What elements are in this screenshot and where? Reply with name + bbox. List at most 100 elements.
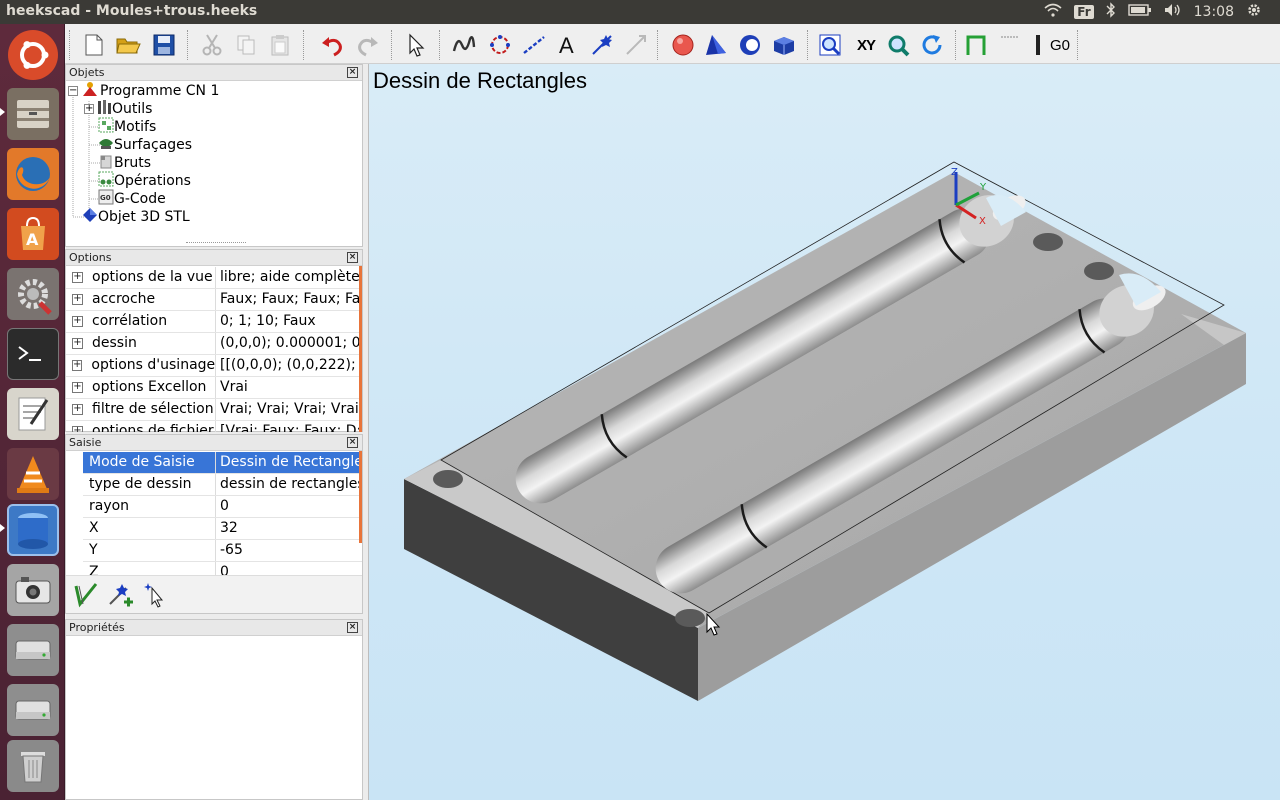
files-icon[interactable] xyxy=(7,88,59,140)
close-icon[interactable]: × xyxy=(347,622,358,633)
zoom-window-icon[interactable] xyxy=(817,32,843,58)
clock[interactable]: 13:08 xyxy=(1194,4,1234,20)
drive-icon[interactable] xyxy=(7,624,59,676)
close-icon[interactable]: × xyxy=(347,252,358,263)
tree-item-motifs[interactable]: Motifs xyxy=(98,117,156,136)
option-value[interactable]: (0,0,0); 0.000001; 0.01 xyxy=(216,333,362,354)
dimension-icon[interactable] xyxy=(589,32,615,58)
input-row[interactable]: X 32 xyxy=(83,518,362,540)
tree-item-surfacages[interactable]: Surfaçages xyxy=(98,136,192,154)
ubuntu-dash-icon[interactable] xyxy=(8,30,58,80)
sketch-lines-icon[interactable] xyxy=(451,32,477,58)
mold-model[interactable]: Z X Y xyxy=(369,64,1280,800)
options-row[interactable]: + corrélation 0; 1; 10; Faux xyxy=(66,311,362,333)
terminal-icon[interactable] xyxy=(7,328,59,380)
tree-item-stl-object[interactable]: Objet 3D STL xyxy=(82,208,190,226)
settings-icon[interactable] xyxy=(7,268,59,320)
scrollbar[interactable] xyxy=(359,451,362,543)
vlc-icon[interactable] xyxy=(7,448,59,500)
sphere-icon[interactable] xyxy=(670,32,696,58)
select-cursor-icon[interactable] xyxy=(403,32,429,58)
battery-icon[interactable] xyxy=(1127,4,1152,20)
undo-icon[interactable] xyxy=(319,32,345,58)
measure-icon[interactable] xyxy=(623,32,649,58)
input-row[interactable]: Y -65 xyxy=(83,540,362,562)
option-value[interactable]: Faux; Faux; Faux; Faux xyxy=(216,289,362,310)
new-file-icon[interactable] xyxy=(81,32,107,58)
tree-item-gcode[interactable]: G0 G-Code xyxy=(98,189,166,208)
expand-icon[interactable]: + xyxy=(72,338,83,349)
volume-icon[interactable] xyxy=(1164,3,1182,21)
input-row[interactable]: Mode de Saisie Dessin de Rectangles xyxy=(83,452,362,474)
extrude-icon[interactable] xyxy=(771,32,797,58)
input-value[interactable]: -65 xyxy=(216,540,362,561)
options-row[interactable]: + options d'usinage [[(0,0,0); (0,0,222); … xyxy=(66,355,362,377)
input-value[interactable]: 0 xyxy=(216,496,362,517)
keyboard-layout-indicator[interactable]: Fr xyxy=(1074,5,1094,19)
expand-toggle[interactable]: + xyxy=(84,104,94,114)
cut-icon[interactable] xyxy=(199,32,225,58)
input-row[interactable]: rayon 0 xyxy=(83,496,362,518)
expand-icon[interactable]: + xyxy=(72,426,83,432)
fit-view-icon[interactable] xyxy=(885,32,911,58)
tree-item-bruts[interactable]: Bruts xyxy=(98,154,151,172)
drive-icon[interactable] xyxy=(7,684,59,736)
panel-resize-grip[interactable] xyxy=(186,242,246,245)
tree-item-operations[interactable]: Opérations xyxy=(98,171,191,190)
pocket-op-icon[interactable] xyxy=(997,32,1023,58)
options-row[interactable]: + options de la vue libre; aide complète; xyxy=(66,267,362,289)
bluetooth-icon[interactable] xyxy=(1106,2,1116,22)
option-value[interactable]: 0; 1; 10; Faux xyxy=(216,311,362,332)
option-value[interactable]: [[(0,0,0); (0,0,222); (0, xyxy=(216,355,362,376)
collapse-toggle[interactable]: − xyxy=(68,86,78,96)
circles-icon[interactable] xyxy=(487,32,513,58)
accept-icon[interactable] xyxy=(74,582,98,612)
input-row[interactable]: Z0 xyxy=(83,562,362,575)
3d-viewport[interactable]: Dessin de Rectangles Z X Y xyxy=(368,64,1280,800)
cone-icon[interactable] xyxy=(703,32,729,58)
input-value[interactable]: dessin de rectangles xyxy=(216,474,362,495)
scrollbar[interactable] xyxy=(359,266,362,432)
expand-icon[interactable]: + xyxy=(72,382,83,393)
view-xy-button[interactable]: XY xyxy=(851,32,881,58)
option-value[interactable]: Vrai xyxy=(216,377,362,398)
input-value[interactable]: Dessin de Rectangles xyxy=(216,452,362,473)
text-editor-icon[interactable] xyxy=(7,388,59,440)
option-value[interactable]: libre; aide complète; xyxy=(216,267,362,288)
options-row[interactable]: + options Excellon Vrai xyxy=(66,377,362,399)
tree-item-programme[interactable]: − Programme CN 1 xyxy=(68,82,219,100)
option-value[interactable]: [Vrai; Faux; Faux; D:0 xyxy=(216,421,362,432)
cylinder-icon[interactable] xyxy=(737,32,763,58)
tree-item-outils[interactable]: + Outils xyxy=(84,100,152,118)
options-row[interactable]: + accroche Faux; Faux; Faux; Faux xyxy=(66,289,362,311)
session-gear-icon[interactable] xyxy=(1246,2,1262,22)
options-row[interactable]: + dessin (0,0,0); 0.000001; 0.01 xyxy=(66,333,362,355)
text-icon[interactable]: A xyxy=(555,32,581,58)
heekscad-icon[interactable] xyxy=(7,504,59,556)
close-icon[interactable]: × xyxy=(347,67,358,78)
pick-point-icon[interactable] xyxy=(144,582,168,612)
input-row[interactable]: type de dessin dessin de rectangles xyxy=(83,474,362,496)
open-folder-icon[interactable] xyxy=(115,32,141,58)
input-value[interactable]: 32 xyxy=(216,518,362,539)
expand-icon[interactable]: + xyxy=(72,294,83,305)
option-value[interactable]: Vrai; Vrai; Vrai; Vrai; V xyxy=(216,399,362,420)
wifi-icon[interactable] xyxy=(1044,3,1062,21)
camera-icon[interactable] xyxy=(7,564,59,616)
infinite-line-icon[interactable] xyxy=(521,32,547,58)
g0-button[interactable]: G0 xyxy=(1045,32,1075,58)
input-value[interactable]: 0 xyxy=(216,562,362,575)
expand-icon[interactable]: + xyxy=(72,316,83,327)
expand-icon[interactable]: + xyxy=(72,360,83,371)
add-point-icon[interactable] xyxy=(108,582,134,612)
options-row[interactable]: + filtre de sélection Vrai; Vrai; Vrai; Vr… xyxy=(66,399,362,421)
redo-icon[interactable] xyxy=(355,32,381,58)
firefox-icon[interactable] xyxy=(7,148,59,200)
software-center-icon[interactable]: A xyxy=(7,208,59,260)
options-row[interactable]: + options de fichier [Vrai; Faux; Faux; D:… xyxy=(66,421,362,432)
profile-op-icon[interactable] xyxy=(963,32,989,58)
save-icon[interactable] xyxy=(151,32,177,58)
expand-icon[interactable]: + xyxy=(72,404,83,415)
refresh-icon[interactable] xyxy=(919,32,945,58)
trash-icon[interactable] xyxy=(7,740,59,792)
